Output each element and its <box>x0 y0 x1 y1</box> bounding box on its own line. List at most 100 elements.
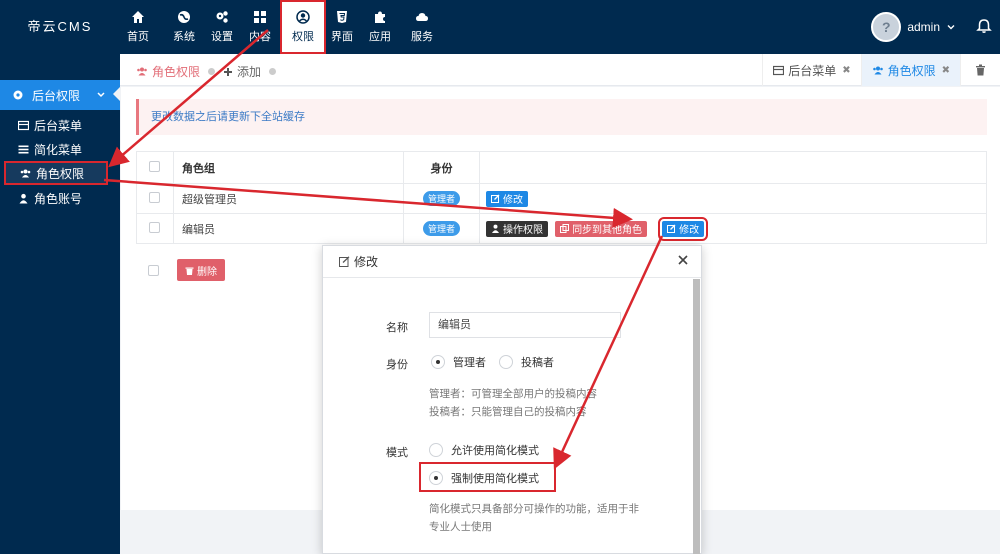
row-checkbox[interactable] <box>149 221 160 233</box>
modal-header: 修改 <box>323 246 701 278</box>
edit-button[interactable]: 修改 <box>658 216 709 241</box>
name-input[interactable]: 编辑员 <box>429 312 621 338</box>
identity-help-1: 管理者：可管理全部用户的投稿内容 <box>429 388 597 400</box>
identity-option-manager[interactable]: 管理者 <box>431 354 486 370</box>
edit-icon <box>339 256 350 267</box>
sidebar-item-role-permission[interactable]: 角色权限 <box>4 161 108 185</box>
topnav-label: 系统 <box>173 31 195 43</box>
gear-icon <box>13 90 23 100</box>
tab-admin-menu[interactable]: 后台菜单 ✖ <box>762 54 860 86</box>
home-icon <box>132 11 144 23</box>
delete-button-label: 删除 <box>197 266 217 278</box>
cogs-icon <box>216 11 228 23</box>
bell-icon[interactable] <box>976 18 992 34</box>
breadcrumb: 角色权限 添加 <box>136 63 284 80</box>
app-logo[interactable]: 帝云CMS <box>0 0 120 54</box>
mode-help-1: 简化模式只具备部分可操作的功能，适用于非 <box>429 503 639 515</box>
user-circle-icon <box>296 10 310 24</box>
actions-cell: 修改 <box>479 183 987 214</box>
sync-button[interactable]: 同步到其他角色 <box>555 220 648 237</box>
tab-bar: 角色权限 添加 后台菜单 ✖ 角色权限 ✖ <box>120 54 1000 86</box>
sidebar-item-role-account[interactable]: 角色账号 <box>0 186 120 210</box>
close-icon[interactable]: ✖ <box>942 65 950 76</box>
sidebar-group-permission[interactable]: 后台权限 <box>0 80 120 110</box>
sidebar-item-simple-menu[interactable]: 简化菜单 <box>0 137 120 161</box>
breadcrumb-separator <box>208 68 216 75</box>
sidebar-item-label: 角色权限 <box>36 166 85 181</box>
radio-label: 允许使用简化模式 <box>451 445 539 457</box>
modal-title: 修改 <box>354 255 379 269</box>
identity-help-2: 投稿者：只能管理自己的投稿内容 <box>429 406 587 418</box>
sidebar-item-label: 角色账号 <box>34 191 83 206</box>
top-navbar: 帝云CMS 首页 系统 设置 内容 权限 界面 应用 服务 ? admin <box>0 0 1000 54</box>
sync-button-label: 同步到其他角色 <box>572 225 643 236</box>
top-nav: 首页 系统 设置 内容 权限 界面 应用 服务 <box>120 0 440 54</box>
topnav-permission[interactable]: 权限 <box>280 0 326 54</box>
list-icon <box>18 145 29 153</box>
radio-unselected[interactable] <box>499 355 513 369</box>
topnav-label: 内容 <box>249 31 271 43</box>
topnav-content[interactable]: 内容 <box>242 0 278 54</box>
topnav-settings[interactable]: 设置 <box>204 0 240 54</box>
row-checkbox[interactable] <box>149 191 160 203</box>
breadcrumb-current-label: 角色权限 <box>152 65 201 79</box>
radio-selected[interactable] <box>431 355 445 369</box>
sidebar-item-admin-menu[interactable]: 后台菜单 <box>0 113 120 137</box>
topnav-label: 服务 <box>411 31 433 43</box>
close-icon[interactable]: ✖ <box>842 65 850 76</box>
bulk-select-checkbox[interactable] <box>148 264 159 276</box>
select-all-header <box>136 151 174 184</box>
edit-button-label: 修改 <box>503 195 523 206</box>
actions-cell: 操作权限 同步到其他角色 修改 <box>479 213 987 244</box>
tab-label: 后台菜单 <box>788 63 837 78</box>
sidebar-item-label: 简化菜单 <box>34 142 83 157</box>
user-menu[interactable]: ? admin <box>871 12 956 42</box>
breadcrumb-current[interactable]: 角色权限 <box>136 63 200 80</box>
mode-option-allow[interactable]: 允许使用简化模式 <box>429 442 539 458</box>
col-actions <box>479 151 987 184</box>
edit-button[interactable]: 修改 <box>486 190 528 207</box>
user-icon <box>19 193 28 203</box>
radio-unselected[interactable] <box>429 443 443 457</box>
topnav-system[interactable]: 系统 <box>166 0 202 54</box>
topnav-apps[interactable]: 应用 <box>362 0 398 54</box>
annotation-highlight-box <box>419 462 556 492</box>
topnav-services[interactable]: 服务 <box>404 0 440 54</box>
close-icon[interactable] <box>677 254 689 266</box>
puzzle-icon <box>375 11 385 23</box>
topnav-home[interactable]: 首页 <box>120 0 156 54</box>
menu-table-icon <box>18 120 29 130</box>
edit-role-modal: 修改 名称 编辑员 身份 管理者 投稿者 管理者：可管理全部用户的投稿内容 投稿… <box>322 245 702 554</box>
tab-role-permission[interactable]: 角色权限 ✖ <box>860 54 960 86</box>
col-identity: 身份 <box>403 151 480 184</box>
topnav-interface[interactable]: 界面 <box>324 0 360 54</box>
plus-icon <box>224 67 233 76</box>
breadcrumb-add[interactable]: 添加 <box>223 63 261 80</box>
radio-label: 管理者 <box>453 357 486 369</box>
identity-option-contributor[interactable]: 投稿者 <box>499 354 554 370</box>
breadcrumb-add-label: 添加 <box>237 65 262 79</box>
topnav-label: 权限 <box>292 31 314 43</box>
topnav-label: 应用 <box>369 31 391 43</box>
modal-scrollbar[interactable] <box>693 279 700 554</box>
role-name: 超级管理员 <box>173 183 404 214</box>
col-role: 角色组 <box>173 151 404 184</box>
sidebar: 后台权限 后台菜单 简化菜单 角色权限 角色账号 <box>0 54 120 554</box>
trash-icon[interactable] <box>960 54 1000 86</box>
identity-badge: 管理者 <box>422 221 460 236</box>
copy-icon <box>560 224 570 233</box>
avatar[interactable]: ? <box>871 12 902 42</box>
tabs: 后台菜单 ✖ 角色权限 ✖ <box>762 54 1000 86</box>
breadcrumb-separator <box>269 68 277 75</box>
delete-button[interactable]: 删除 <box>177 259 225 281</box>
scrollbar-thumb[interactable] <box>693 279 700 554</box>
permission-button-label: 操作权限 <box>503 225 543 236</box>
select-all-checkbox[interactable] <box>149 160 160 172</box>
edit-icon <box>491 194 500 203</box>
permission-button[interactable]: 操作权限 <box>486 220 548 237</box>
globe-icon <box>178 11 190 23</box>
mode-label: 模式 <box>386 447 408 459</box>
edit-button-label: 修改 <box>679 225 700 236</box>
html5-icon <box>337 11 347 23</box>
chevron-down-icon <box>97 92 105 98</box>
